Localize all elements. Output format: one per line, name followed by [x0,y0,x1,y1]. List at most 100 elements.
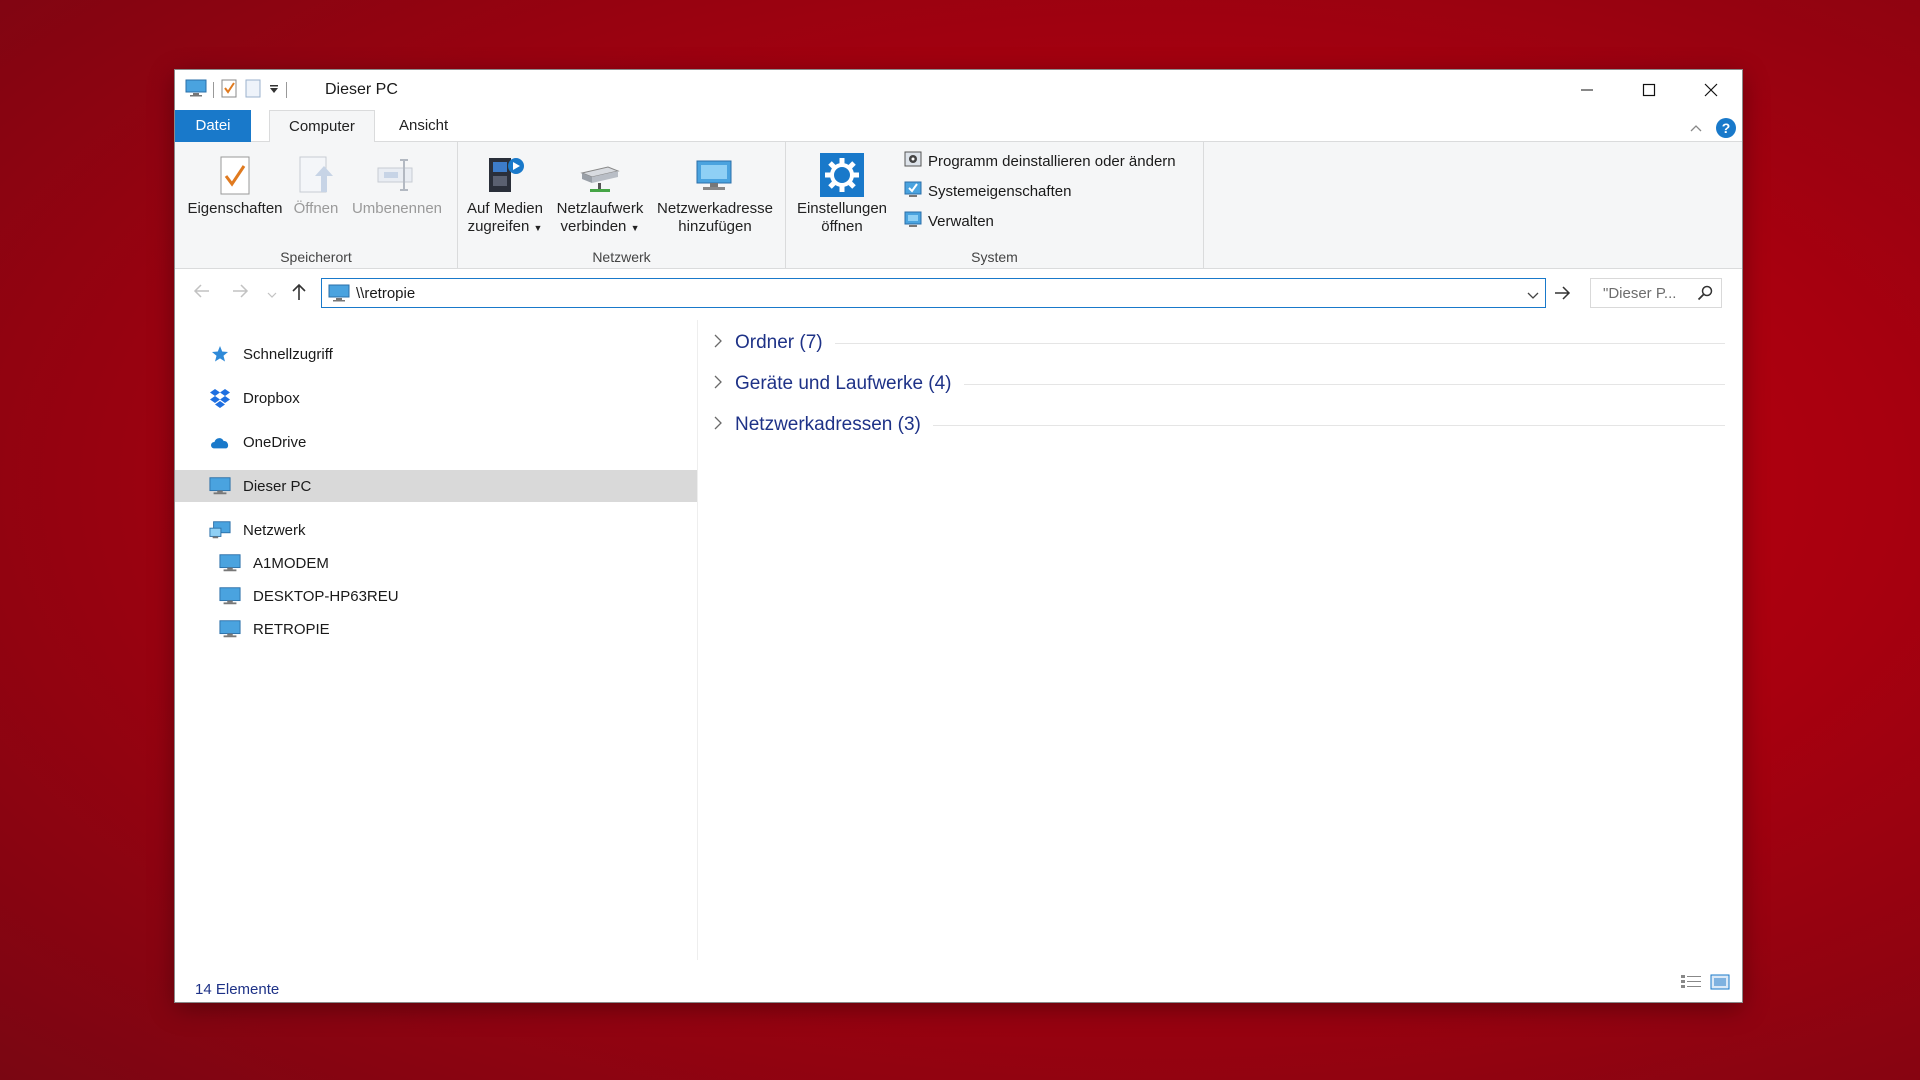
recent-locations-icon[interactable] [267,286,277,303]
dropbox-icon [209,388,231,408]
collapse-ribbon-icon[interactable] [1690,120,1702,137]
nav-item-label: A1MODEM [253,554,329,572]
up-arrow-icon[interactable] [291,283,307,305]
group-header-ordner[interactable]: Ordner (7) [713,328,1725,358]
group-title: Ordner (7) [735,332,823,353]
network-drive-icon [552,150,648,200]
search-icon[interactable] [1697,285,1713,305]
rename-icon [347,150,447,200]
close-button[interactable] [1680,70,1742,110]
cloud-icon [209,432,231,452]
oeffnen-button[interactable]: Öffnen [287,150,345,218]
verwalten-label: Verwalten [928,212,994,230]
go-arrow-icon[interactable] [1553,285,1571,305]
properties-checklist-icon [185,150,285,200]
eigenschaften-button[interactable]: Eigenschaften [185,150,285,218]
address-history-dropdown-icon[interactable] [1527,288,1539,305]
nav-item-desktop-hp63reu[interactable]: DESKTOP-HP63REU [175,580,697,612]
tab-ansicht[interactable]: Ansicht [380,110,467,142]
details-view-icon[interactable] [1680,974,1702,994]
ribbon-group-speicherort: Eigenschaften Öffnen Umbenennen Speicher… [175,142,458,269]
nav-item-label: OneDrive [243,433,307,451]
netzwerkadresse-line1: Netzwerkadresse [657,200,773,217]
group-header-geraete-und-laufwerke[interactable]: Geräte und Laufwerke (4) [713,369,1725,399]
eigenschaften-label: Eigenschaften [187,200,283,217]
group-title: Geräte und Laufwerke (4) [735,373,952,394]
nav-item-label: Dropbox [243,389,300,407]
title-bar: Dieser PC [175,70,1742,110]
network-icon [209,520,231,540]
computer-icon [219,619,241,639]
open-icon [287,150,345,200]
window-title: Dieser PC [325,81,398,98]
netzlaufwerk-line2: verbinden [560,218,627,235]
pane-divider[interactable] [697,320,698,960]
quick-access-toolbar [185,78,287,102]
media-access-icon [462,150,548,200]
nav-item-label: Dieser PC [243,477,312,495]
system-links: Programm deinstallieren oder ändern Syst… [896,150,1196,240]
programm-deinstallieren-link[interactable]: Programm deinstallieren oder ändern [904,150,1176,172]
chevron-right-icon[interactable] [713,334,727,352]
auf-medien-line2: zugreifen [467,218,530,235]
manage-icon [904,210,922,232]
nav-item-dropbox[interactable]: Dropbox [175,382,697,414]
nav-item-label: DESKTOP-HP63REU [253,587,399,605]
systemeigenschaften-link[interactable]: Systemeigenschaften [904,180,1071,202]
search-box[interactable]: "Dieser P... [1590,278,1722,308]
address-bar[interactable]: \\retropie [321,278,1546,308]
group-header-netzwerkadressen[interactable]: Netzwerkadressen (3) [713,410,1725,440]
star-icon [209,344,231,364]
umbenennen-button[interactable]: Umbenennen [347,150,447,218]
group-divider [834,342,1725,344]
minimize-button[interactable] [1556,70,1618,110]
properties-icon[interactable] [220,78,238,102]
file-explorer-window: Dieser PC Datei Computer Ansicht ? Eigen… [175,70,1742,1002]
auf-medien-zugreifen-button[interactable]: Auf Medien zugreifen ▼ [462,150,548,237]
large-icons-view-icon[interactable] [1710,974,1730,994]
back-arrow-icon[interactable] [193,283,211,303]
view-switcher [1680,974,1730,994]
status-item-count: 14 Elemente [195,981,280,998]
nav-item-label: RETROPIE [253,620,330,638]
group-label-netzwerk: Netzwerk [592,249,651,265]
new-folder-icon[interactable] [244,78,262,102]
nav-item-retropie[interactable]: RETROPIE [175,613,697,645]
ribbon: Eigenschaften Öffnen Umbenennen Speicher… [175,142,1742,269]
group-title: Netzwerkadressen (3) [735,414,921,435]
einstellungen-line1: Einstellungen [796,200,888,217]
verwalten-link[interactable]: Verwalten [904,210,994,232]
nav-item-schnellzugriff[interactable]: Schnellzugriff [175,338,697,370]
netzwerkadresse-line2: hinzufügen [678,218,752,235]
nav-item-netzwerk[interactable]: Netzwerk [175,514,697,546]
customize-toolbar-icon[interactable] [268,82,280,99]
einstellungen-oeffnen-button[interactable]: Einstellungen öffnen [792,150,892,236]
chevron-right-icon[interactable] [713,375,727,393]
einstellungen-line2: öffnen [821,218,863,235]
ribbon-group-netzwerk: Auf Medien zugreifen ▼ Netzlaufwerk verb… [458,142,786,269]
auf-medien-line1: Auf Medien [467,200,543,217]
umbenennen-label: Umbenennen [351,200,443,217]
systemeigenschaften-label: Systemeigenschaften [928,182,1072,200]
uninstall-program-icon [904,150,922,172]
tab-datei[interactable]: Datei [175,110,251,142]
nav-item-onedrive[interactable]: OneDrive [175,426,697,458]
oeffnen-label: Öffnen [293,200,339,217]
group-divider [932,424,1725,426]
nav-item-dieser-pc[interactable]: Dieser PC [175,470,697,502]
programm-deinstallieren-label: Programm deinstallieren oder ändern [928,152,1176,170]
ribbon-group-system: Einstellungen öffnen Programm deinstalli… [786,142,1204,269]
nav-item-a1modem[interactable]: A1MODEM [175,547,697,579]
computer-icon [219,553,241,573]
help-icon[interactable]: ? [1716,118,1736,138]
gear-icon [792,150,892,200]
maximize-button[interactable] [1618,70,1680,110]
chevron-right-icon[interactable] [713,416,727,434]
system-properties-icon [904,180,922,202]
forward-arrow-icon[interactable] [231,283,249,303]
netzwerkadresse-hinzufuegen-button[interactable]: Netzwerkadresse hinzufügen [652,150,778,236]
nav-item-label: Netzwerk [243,521,306,539]
address-path[interactable]: \\retropie [356,285,415,302]
netzlaufwerk-verbinden-button[interactable]: Netzlaufwerk verbinden ▼ [552,150,648,237]
tab-computer[interactable]: Computer [269,110,375,143]
